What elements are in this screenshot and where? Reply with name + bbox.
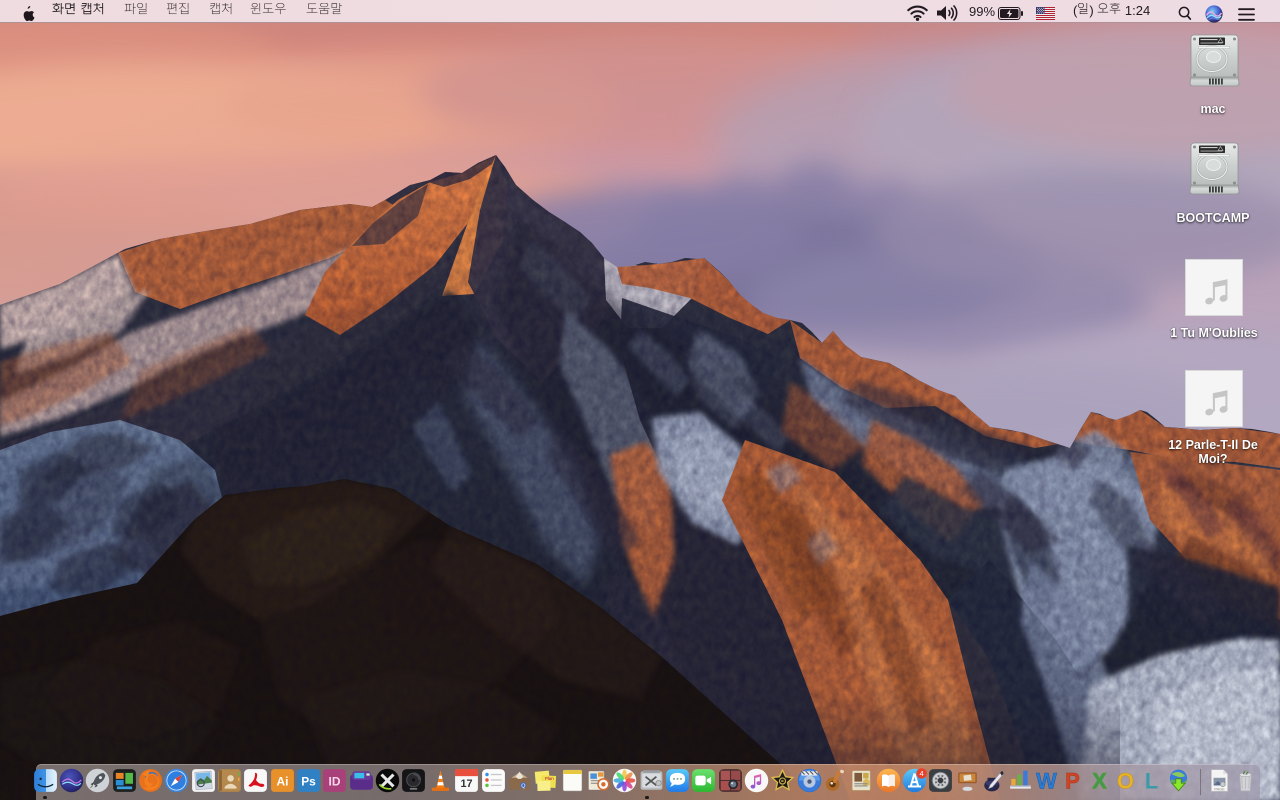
svg-text:4: 4 [920,768,924,777]
svg-text:L: L [1145,768,1158,792]
svg-text:O: O [1117,768,1134,792]
svg-text:ID: ID [329,774,341,788]
svg-text:X: X [1092,768,1107,792]
svg-text:17: 17 [461,778,473,790]
svg-text:Q: Q [521,783,525,789]
svg-text:Plan: Plan [545,775,554,780]
svg-text:W: W [1036,768,1057,792]
svg-text:Ai: Ai [276,774,288,788]
svg-text:PAGE: PAGE [1214,787,1225,791]
svg-text:P: P [1065,768,1080,792]
svg-text:Ps: Ps [301,774,316,788]
